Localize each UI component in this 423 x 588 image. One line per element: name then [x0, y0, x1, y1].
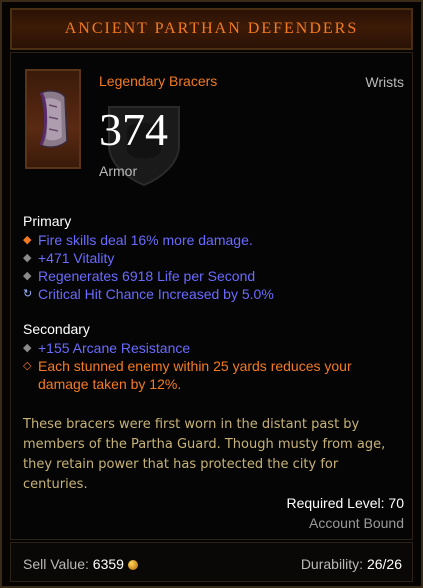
grey-diamond-icon: ◆ — [23, 270, 32, 282]
affix-text: +155 Arcane Resistance — [38, 340, 191, 356]
tooltip-body: Legendary Bracers Wrists 374 Armor Prima… — [10, 52, 413, 540]
item-icon — [25, 69, 81, 169]
flavor-line: members of the Partha Guard. Though must… — [23, 437, 386, 452]
item-title: ANCIENT PARTHAN DEFENDERS — [64, 20, 359, 37]
affix-text-continued: damage taken by 12%. — [38, 376, 182, 392]
item-slot: Wrists — [365, 74, 404, 90]
durability-value: 26/26 — [366, 556, 402, 572]
tooltip-footer: Sell Value: 6359 Durability: 26/26 — [10, 542, 413, 582]
account-bound: Account Bound — [309, 515, 404, 531]
tooltip-header: ANCIENT PARTHAN DEFENDERS — [10, 8, 413, 50]
secondary-heading: Secondary — [23, 321, 90, 337]
enchant-swirl-icon: ↻ — [23, 288, 33, 300]
flavor-line: they retain power that has protected the… — [23, 457, 339, 472]
grey-diamond-icon: ◆ — [23, 342, 32, 354]
sell-value-row: Sell Value: 6359 — [23, 556, 138, 572]
affix-text: Each stunned enemy within 25 yards reduc… — [38, 358, 352, 374]
affix-row: ◇ Each stunned enemy within 25 yards red… — [23, 357, 352, 393]
orange-outline-diamond-icon: ◇ — [23, 360, 32, 372]
armor-label: Armor — [99, 163, 138, 179]
affix-text: +471 Vitality — [38, 250, 115, 266]
durability-label: Durability: — [300, 556, 367, 572]
armor-value: 374 — [99, 104, 168, 155]
affix-text: Regenerates 6918 Life per Second — [38, 268, 256, 284]
affix-text-block: Each stunned enemy within 25 yards reduc… — [38, 357, 352, 393]
durability-row: Durability: 26/26 — [301, 556, 402, 572]
bracers-icon — [39, 90, 68, 148]
affix-row: ◆ Regenerates 6918 Life per Second — [23, 267, 255, 285]
primary-heading: Primary — [23, 213, 72, 229]
sell-value-label: Sell Value: — [23, 556, 93, 572]
item-type: Legendary Bracers — [99, 73, 218, 89]
required-level: Required Level: 70 — [286, 495, 404, 511]
item-tooltip: ANCIENT PARTHAN DEFENDERS Legendary Brac… — [0, 0, 423, 588]
flavor-line: These bracers were first worn in the dis… — [23, 417, 360, 432]
gold-coin-icon — [127, 560, 138, 570]
flavor-line: centuries. — [23, 477, 88, 492]
affix-row: ◆ +155 Arcane Resistance — [23, 339, 190, 357]
affix-text: Critical Hit Chance Increased by 5.0% — [38, 286, 274, 302]
affix-text: Fire skills deal 16% more damage. — [38, 232, 253, 248]
affix-row: ◆ Fire skills deal 16% more damage. — [23, 231, 253, 249]
sell-value: 6359 — [92, 556, 124, 572]
affix-row: ◆ +471 Vitality — [23, 249, 114, 267]
affix-row: ↻ Critical Hit Chance Increased by 5.0% — [23, 285, 274, 303]
flavor-text: These bracers were first worn in the dis… — [23, 415, 403, 495]
grey-diamond-icon: ◆ — [23, 252, 32, 264]
orange-diamond-icon: ◆ — [23, 234, 32, 246]
